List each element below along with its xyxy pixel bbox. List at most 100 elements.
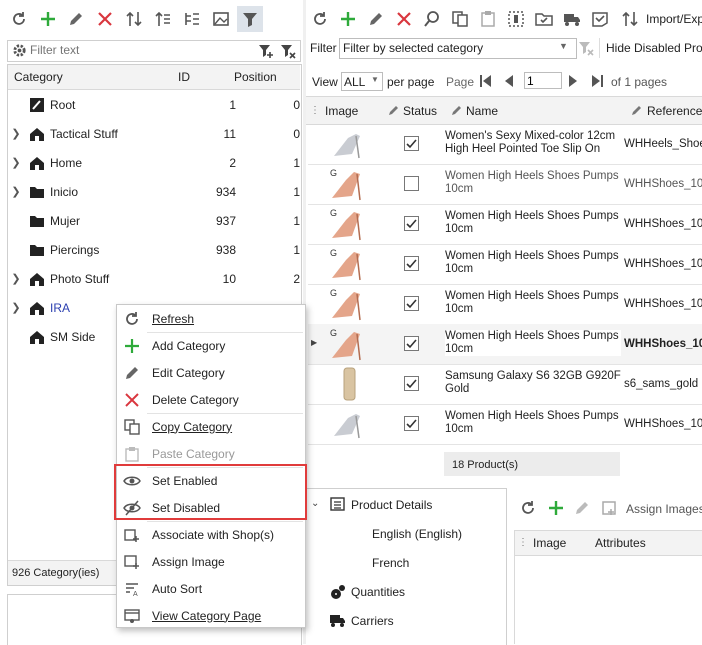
menu-item-refresh[interactable]: Refresh <box>117 305 305 332</box>
tree-row-photo-stuff[interactable]: ❯ Photo Stuff 10 2 <box>8 264 300 293</box>
status-checkbox[interactable] <box>404 176 419 191</box>
filter-clear-icon[interactable] <box>280 43 296 62</box>
delete-icon[interactable] <box>95 9 115 29</box>
product-row[interactable]: G Women High Heels Shoes Pumps 10cm WHHS… <box>308 244 702 285</box>
column-reference[interactable]: Reference <box>647 104 702 118</box>
assign-images-icon[interactable] <box>600 498 620 518</box>
filter-list-icon[interactable] <box>237 6 263 32</box>
status-checkbox[interactable] <box>404 376 419 391</box>
assign-images-label[interactable]: Assign Images <box>626 502 702 516</box>
tree-row-tactical[interactable]: ❯ Tactical Stuff 11 0 <box>8 119 300 148</box>
product-row[interactable]: Women High Heels Shoes Pumps 10cm WHHSho… <box>308 404 702 445</box>
menu-item-associate-shops[interactable]: Associate with Shop(s) <box>117 521 305 548</box>
tree-row-inicio[interactable]: ❯ Inicio 934 1 <box>8 177 300 206</box>
expand-arrow-icon[interactable]: ❯ <box>8 301 24 314</box>
refresh-icon[interactable] <box>9 9 29 29</box>
page-input[interactable] <box>524 72 562 89</box>
next-page-icon[interactable] <box>568 74 578 91</box>
product-row-selected[interactable]: ▶ G Women High Heels Shoes Pumps 10cm WH… <box>308 324 702 365</box>
column-image[interactable]: Image <box>533 536 566 550</box>
expand-arrow-icon[interactable]: ❯ <box>8 127 24 140</box>
copy-icon[interactable] <box>450 9 470 29</box>
menu-item-add-category[interactable]: Add Category <box>117 332 305 359</box>
column-id[interactable]: ID <box>178 70 190 84</box>
refresh-icon[interactable] <box>518 498 538 518</box>
product-row[interactable]: G Women High Heels Shoes Pumps 10cm WHHS… <box>308 204 702 245</box>
column-category[interactable]: Category <box>14 70 63 84</box>
column-position[interactable]: Position <box>234 70 277 84</box>
tree-id: 2 <box>229 155 236 170</box>
tree-row-mujer[interactable]: Mujer 937 1 <box>8 206 300 235</box>
product-row[interactable]: G Women High Heels Shoes Pumps 10cm WHHS… <box>308 284 702 325</box>
expand-arrow-icon[interactable]: ❯ <box>8 185 24 198</box>
menu-item-assign-image[interactable]: Assign Image <box>117 548 305 575</box>
search-icon[interactable] <box>422 9 442 29</box>
refresh-icon[interactable] <box>310 9 330 29</box>
menu-label: Refresh <box>152 311 195 326</box>
quantities-icon <box>330 584 346 603</box>
chevron-down-icon: ▼ <box>559 41 568 51</box>
status-checkbox[interactable] <box>404 416 419 431</box>
paste-icon[interactable] <box>478 9 498 29</box>
collapse-icon[interactable]: ⌄ <box>311 498 319 509</box>
status-checkbox[interactable] <box>404 216 419 231</box>
quantities-label[interactable]: Quantities <box>351 585 405 599</box>
add-icon[interactable] <box>38 9 58 29</box>
lang-english[interactable]: English (English) <box>372 527 462 541</box>
status-checkbox[interactable] <box>404 256 419 271</box>
column-image[interactable]: Image <box>325 104 358 118</box>
carriers-label[interactable]: Carriers <box>351 614 394 628</box>
column-name[interactable]: Name <box>466 104 498 118</box>
last-page-icon[interactable] <box>591 74 603 91</box>
column-menu-icon[interactable]: ⋮ <box>310 105 320 116</box>
pencil-icon[interactable] <box>366 9 386 29</box>
tree-row-root[interactable]: Root 1 0 <box>8 90 300 119</box>
menu-item-view-category-page[interactable]: View Category Page <box>117 602 305 629</box>
filter-text-input[interactable] <box>30 42 250 58</box>
approve-icon[interactable] <box>590 9 610 29</box>
import-export-icon[interactable] <box>620 9 640 29</box>
move-updown-icon[interactable] <box>124 9 144 29</box>
menu-item-auto-sort[interactable]: A Auto Sort <box>117 575 305 602</box>
image-icon[interactable] <box>211 9 231 29</box>
menu-item-copy-category[interactable]: Copy Category <box>117 413 305 440</box>
refresh-icon <box>122 309 142 329</box>
filter-clear-icon[interactable] <box>578 40 594 59</box>
expand-arrow-icon[interactable]: ❯ <box>8 272 24 285</box>
tree-expand-icon[interactable] <box>182 9 202 29</box>
status-checkbox[interactable] <box>404 296 419 311</box>
prev-page-icon[interactable] <box>504 74 514 91</box>
menu-item-delete-category[interactable]: Delete Category <box>117 386 305 413</box>
product-details-label[interactable]: Product Details <box>351 498 432 512</box>
truck-icon[interactable] <box>562 9 582 29</box>
add-icon[interactable] <box>546 498 566 518</box>
pencil-icon[interactable] <box>572 498 592 518</box>
add-icon[interactable] <box>338 9 358 29</box>
column-status[interactable]: Status <box>403 104 437 118</box>
tree-row-piercings[interactable]: Piercings 938 1 <box>8 235 300 264</box>
hide-disabled-button[interactable]: Hide Disabled Pro <box>599 38 702 58</box>
move-up-icon[interactable] <box>153 9 173 29</box>
column-menu-icon[interactable]: ⋮ <box>518 537 528 548</box>
delete-icon[interactable] <box>394 9 414 29</box>
select-icon[interactable] <box>506 9 526 29</box>
lang-french[interactable]: French <box>372 556 409 570</box>
first-page-icon[interactable] <box>480 74 492 91</box>
import-export-label[interactable]: Import/Exp <box>646 12 702 26</box>
filter-add-icon[interactable] <box>258 43 274 62</box>
folder-check-icon[interactable] <box>534 9 554 29</box>
status-checkbox[interactable] <box>404 336 419 351</box>
expand-arrow-icon[interactable]: ❯ <box>8 156 24 169</box>
tree-row-home[interactable]: ❯ Home 2 1 <box>8 148 300 177</box>
menu-item-edit-category[interactable]: Edit Category <box>117 359 305 386</box>
menu-item-paste-category[interactable]: Paste Category <box>117 440 305 467</box>
product-row[interactable]: Women's Sexy Mixed-color 12cm High Heel … <box>308 124 702 165</box>
view-select[interactable]: ALL ▼ <box>341 72 383 91</box>
product-row[interactable]: G Women High Heels Shoes Pumps 10cm WHHS… <box>308 164 702 205</box>
gear-icon[interactable] <box>12 43 27 61</box>
category-filter-select[interactable]: Filter by selected category ▼ <box>339 38 577 59</box>
column-attributes[interactable]: Attributes <box>595 536 646 550</box>
product-row[interactable]: Samsung Galaxy S6 32GB G920F Gold s6_sam… <box>308 364 702 405</box>
pencil-icon[interactable] <box>66 9 86 29</box>
status-checkbox[interactable] <box>404 136 419 151</box>
